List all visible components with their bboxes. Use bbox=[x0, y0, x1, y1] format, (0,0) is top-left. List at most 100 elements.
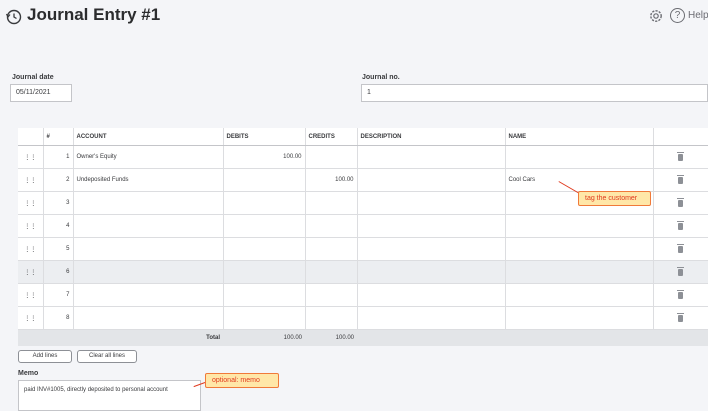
page-header: Journal Entry #1 ? Help bbox=[0, 0, 708, 38]
journal-lines-table: # ACCOUNT DEBITS CREDITS DESCRIPTION NAM… bbox=[18, 128, 708, 346]
trash-icon bbox=[677, 174, 685, 184]
description-cell[interactable] bbox=[356, 260, 505, 284]
credits-cell[interactable] bbox=[304, 214, 357, 238]
drag-handle-icon[interactable]: ⋮⋮ bbox=[18, 145, 43, 169]
account-cell[interactable] bbox=[72, 214, 223, 238]
memo-label: Memo bbox=[18, 370, 39, 377]
credits-cell[interactable]: 100.00 bbox=[304, 168, 357, 192]
credits-cell[interactable] bbox=[304, 191, 357, 215]
name-cell[interactable] bbox=[504, 306, 653, 330]
trash-icon bbox=[677, 197, 685, 207]
drag-handle-icon[interactable]: ⋮⋮ bbox=[18, 168, 43, 192]
column-header-name: NAME bbox=[504, 128, 653, 146]
help-button[interactable]: ? Help bbox=[670, 8, 708, 23]
column-header-number: # bbox=[42, 128, 73, 146]
help-icon: ? bbox=[670, 8, 685, 23]
trash-icon bbox=[677, 220, 685, 230]
table-row[interactable]: ⋮⋮ 8 bbox=[18, 306, 708, 330]
total-credits: 100.00 bbox=[305, 329, 357, 346]
debits-cell[interactable] bbox=[222, 283, 305, 307]
account-cell[interactable] bbox=[72, 191, 223, 215]
column-header-account: ACCOUNT bbox=[72, 128, 223, 146]
description-cell[interactable] bbox=[356, 191, 505, 215]
row-number: 4 bbox=[42, 214, 73, 238]
credits-cell[interactable] bbox=[304, 237, 357, 261]
trash-icon bbox=[677, 151, 685, 161]
trash-icon bbox=[677, 243, 685, 253]
drag-handle-icon[interactable]: ⋮⋮ bbox=[18, 191, 43, 215]
drag-handle-icon[interactable]: ⋮⋮ bbox=[18, 214, 43, 238]
drag-handle-icon[interactable]: ⋮⋮ bbox=[18, 306, 43, 330]
trash-icon bbox=[677, 312, 685, 322]
description-cell[interactable] bbox=[356, 306, 505, 330]
name-cell[interactable]: Cool Cars bbox=[504, 168, 653, 192]
description-cell[interactable] bbox=[356, 168, 505, 192]
account-cell[interactable] bbox=[72, 260, 223, 284]
credits-cell[interactable] bbox=[304, 283, 357, 307]
debits-cell[interactable] bbox=[222, 306, 305, 330]
add-lines-button[interactable]: Add lines bbox=[18, 350, 72, 363]
debits-cell[interactable] bbox=[222, 214, 305, 238]
journal-date-input[interactable]: 05/11/2021 bbox=[10, 84, 72, 102]
table-row[interactable]: ⋮⋮ 4 bbox=[18, 214, 708, 238]
delete-row-button[interactable] bbox=[652, 237, 708, 261]
account-cell[interactable] bbox=[72, 283, 223, 307]
row-number: 3 bbox=[42, 191, 73, 215]
help-label: Help bbox=[688, 10, 708, 21]
table-row[interactable]: ⋮⋮ 6 bbox=[18, 260, 708, 284]
description-cell[interactable] bbox=[356, 283, 505, 307]
clear-all-lines-button[interactable]: Clear all lines bbox=[77, 350, 137, 363]
column-header-actions bbox=[652, 128, 708, 146]
delete-row-button[interactable] bbox=[652, 214, 708, 238]
debits-cell[interactable] bbox=[222, 168, 305, 192]
account-cell[interactable] bbox=[72, 306, 223, 330]
delete-row-button[interactable] bbox=[652, 191, 708, 215]
account-cell[interactable] bbox=[72, 237, 223, 261]
name-cell[interactable] bbox=[504, 237, 653, 261]
drag-handle-icon[interactable]: ⋮⋮ bbox=[18, 237, 43, 261]
drag-handle-icon[interactable]: ⋮⋮ bbox=[18, 260, 43, 284]
row-number: 5 bbox=[42, 237, 73, 261]
table-row[interactable]: ⋮⋮ 1 Owner's Equity 100.00 bbox=[18, 145, 708, 169]
delete-row-button[interactable] bbox=[652, 168, 708, 192]
drag-handle-icon[interactable]: ⋮⋮ bbox=[18, 283, 43, 307]
debits-cell[interactable] bbox=[222, 191, 305, 215]
gear-icon[interactable] bbox=[648, 8, 664, 24]
debits-cell[interactable] bbox=[222, 237, 305, 261]
column-header-description: DESCRIPTION bbox=[356, 128, 505, 146]
name-cell[interactable] bbox=[504, 145, 653, 169]
memo-input[interactable]: paid INV#1005, directly deposited to per… bbox=[18, 380, 201, 411]
total-label: Total bbox=[73, 329, 223, 346]
debits-cell[interactable] bbox=[222, 260, 305, 284]
delete-row-button[interactable] bbox=[652, 283, 708, 307]
delete-row-button[interactable] bbox=[652, 260, 708, 284]
row-number: 8 bbox=[42, 306, 73, 330]
trash-icon bbox=[677, 266, 685, 276]
description-cell[interactable] bbox=[356, 214, 505, 238]
table-row[interactable]: ⋮⋮ 2 Undeposited Funds 100.00 Cool Cars bbox=[18, 168, 708, 192]
delete-row-button[interactable] bbox=[652, 306, 708, 330]
name-cell[interactable] bbox=[504, 214, 653, 238]
callout-tag-customer: tag the customer bbox=[578, 191, 651, 206]
row-number: 7 bbox=[42, 283, 73, 307]
table-row[interactable]: ⋮⋮ 7 bbox=[18, 283, 708, 307]
credits-cell[interactable] bbox=[304, 306, 357, 330]
row-number: 1 bbox=[42, 145, 73, 169]
account-cell[interactable]: Undeposited Funds bbox=[72, 168, 223, 192]
name-cell[interactable] bbox=[504, 260, 653, 284]
table-row[interactable]: ⋮⋮ 5 bbox=[18, 237, 708, 261]
name-cell[interactable] bbox=[504, 283, 653, 307]
credits-cell[interactable] bbox=[304, 145, 357, 169]
callout-optional-memo: optional: memo bbox=[205, 373, 279, 388]
trash-icon bbox=[677, 289, 685, 299]
account-cell[interactable]: Owner's Equity bbox=[72, 145, 223, 169]
row-number: 2 bbox=[42, 168, 73, 192]
row-number: 6 bbox=[42, 260, 73, 284]
credits-cell[interactable] bbox=[304, 260, 357, 284]
description-cell[interactable] bbox=[356, 145, 505, 169]
debits-cell[interactable]: 100.00 bbox=[222, 145, 305, 169]
delete-row-button[interactable] bbox=[652, 145, 708, 169]
journal-no-input[interactable]: 1 bbox=[361, 84, 708, 102]
history-icon[interactable] bbox=[5, 8, 23, 26]
description-cell[interactable] bbox=[356, 237, 505, 261]
